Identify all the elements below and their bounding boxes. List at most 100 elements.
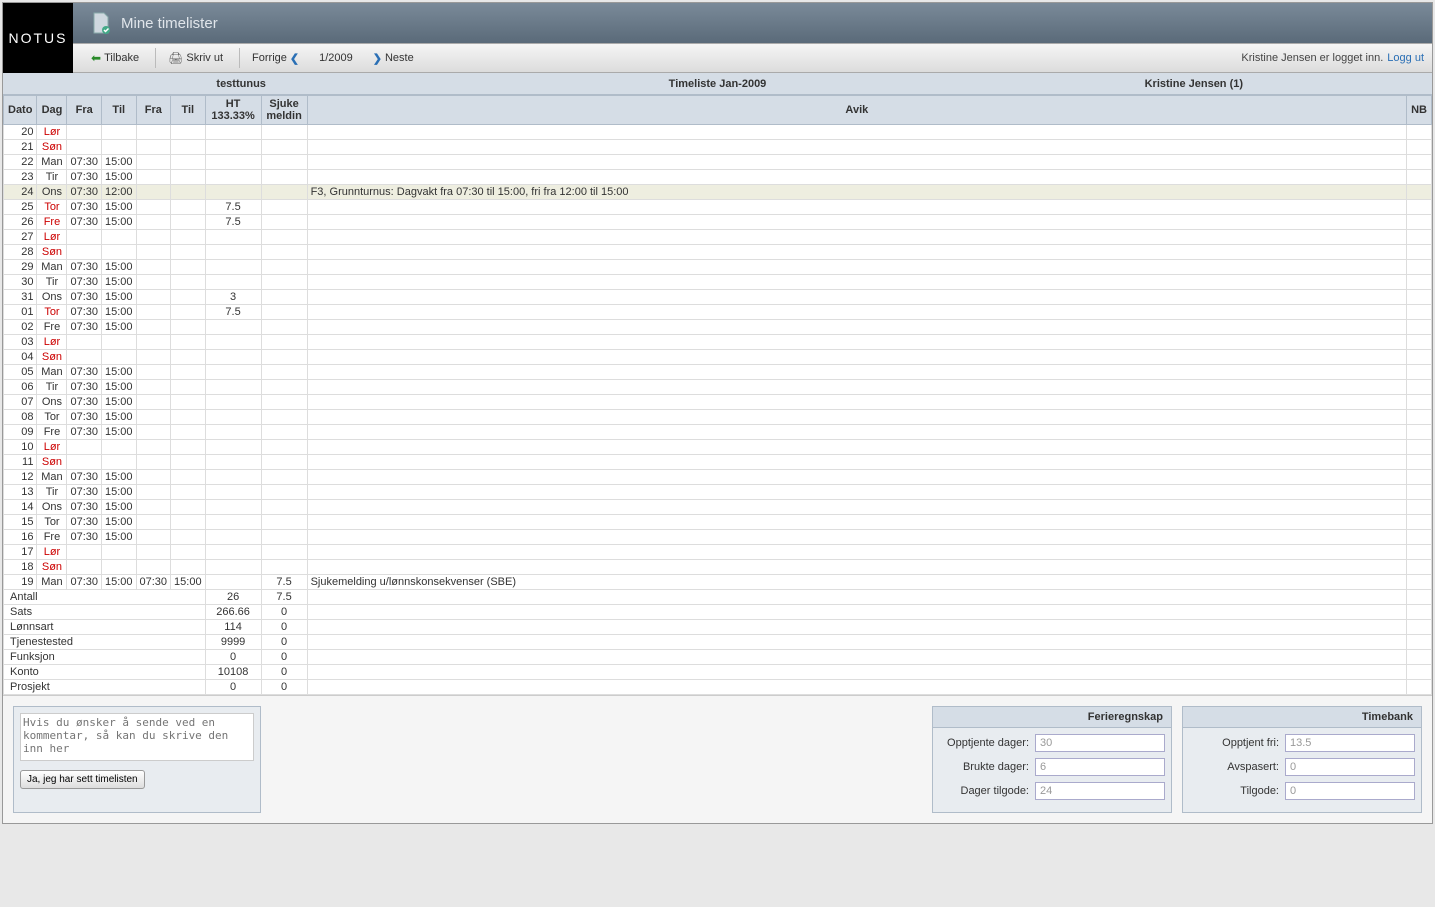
cell-nb [1407, 320, 1432, 335]
cell-til2 [171, 230, 206, 245]
cell-sjuke [261, 350, 307, 365]
table-row[interactable]: 11Søn [4, 455, 1432, 470]
header-bar: Mine timelister [3, 3, 1432, 43]
table-row[interactable]: 19Man07:3015:0007:3015:007.5Sjukemelding… [4, 575, 1432, 590]
table-row[interactable]: 25Tor07:3015:007.5 [4, 200, 1432, 215]
cell-fra2 [136, 275, 171, 290]
summary-label: Prosjekt [4, 680, 206, 695]
table-row[interactable]: 29Man07:3015:00 [4, 260, 1432, 275]
cell-til1: 15:00 [101, 470, 136, 485]
cell-nb [1407, 410, 1432, 425]
cell-dag: Ons [37, 395, 67, 410]
summary-empty [307, 620, 1407, 635]
col-ht: HT 133.33% [205, 96, 261, 125]
table-row[interactable]: 26Fre07:3015:007.5 [4, 215, 1432, 230]
cell-nb [1407, 440, 1432, 455]
cell-avik [307, 455, 1407, 470]
table-row[interactable]: 27Lør [4, 230, 1432, 245]
table-row[interactable]: 15Tor07:3015:00 [4, 515, 1432, 530]
cell-dag: Man [37, 365, 67, 380]
logout-link[interactable]: Logg ut [1387, 52, 1424, 64]
table-row[interactable]: 13Tir07:3015:00 [4, 485, 1432, 500]
table-row[interactable]: 06Tir07:3015:00 [4, 380, 1432, 395]
cell-sjuke [261, 530, 307, 545]
cell-fra1: 07:30 [67, 530, 102, 545]
cell-avik: F3, Grunnturnus: Dagvakt fra 07:30 til 1… [307, 185, 1407, 200]
table-row[interactable]: 07Ons07:3015:00 [4, 395, 1432, 410]
table-row[interactable]: 21Søn [4, 140, 1432, 155]
cell-ht [205, 515, 261, 530]
back-button[interactable]: ⬅ Tilbake [83, 48, 147, 68]
comment-input[interactable] [20, 713, 254, 761]
cell-fra1: 07:30 [67, 500, 102, 515]
chevron-right-icon: ❯ [373, 52, 382, 65]
table-row[interactable]: 20Lør [4, 125, 1432, 140]
cell-nb [1407, 530, 1432, 545]
cell-sjuke [261, 230, 307, 245]
cell-fra2 [136, 410, 171, 425]
cell-til1: 15:00 [101, 200, 136, 215]
cell-fra1 [67, 440, 102, 455]
cell-dato: 10 [4, 440, 37, 455]
next-button[interactable]: ❯ Neste [365, 49, 422, 68]
cell-fra2 [136, 470, 171, 485]
cell-fra1 [67, 350, 102, 365]
table-row[interactable]: 01Tor07:3015:007.5 [4, 305, 1432, 320]
table-row[interactable]: 17Lør [4, 545, 1432, 560]
subheader-right: Kristine Jensen (1) [956, 78, 1432, 90]
table-row[interactable]: 10Lør [4, 440, 1432, 455]
cell-ht: 3 [205, 290, 261, 305]
table-row[interactable]: 18Søn [4, 560, 1432, 575]
col-avik: Avik [307, 96, 1407, 125]
table-row[interactable]: 31Ons07:3015:003 [4, 290, 1432, 305]
cell-dato: 23 [4, 170, 37, 185]
timesheet-table: Dato Dag Fra Til Fra Til HT 133.33% Sjuk… [3, 95, 1432, 695]
table-row[interactable]: 16Fre07:3015:00 [4, 530, 1432, 545]
confirm-button[interactable]: Ja, jeg har sett timelisten [20, 770, 145, 789]
table-row[interactable]: 05Man07:3015:00 [4, 365, 1432, 380]
cell-nb [1407, 155, 1432, 170]
cell-sjuke [261, 275, 307, 290]
table-row[interactable]: 28Søn [4, 245, 1432, 260]
document-icon [89, 11, 113, 35]
print-button[interactable]: 🖨 Skriv ut [160, 48, 231, 68]
summary-sjuke: 0 [261, 635, 307, 650]
table-row[interactable]: 08Tor07:3015:00 [4, 410, 1432, 425]
cell-avik [307, 545, 1407, 560]
cell-sjuke [261, 245, 307, 260]
cell-fra2 [136, 545, 171, 560]
cell-dag: Man [37, 470, 67, 485]
opptjent-fri-value [1285, 734, 1415, 752]
brukte-label: Brukte dager: [939, 761, 1035, 773]
table-row[interactable]: 12Man07:3015:00 [4, 470, 1432, 485]
col-sjuke: Sjuke meldin [261, 96, 307, 125]
table-row[interactable]: 02Fre07:3015:00 [4, 320, 1432, 335]
cell-sjuke [261, 455, 307, 470]
cell-avik [307, 500, 1407, 515]
cell-til2 [171, 455, 206, 470]
cell-sjuke [261, 395, 307, 410]
table-row[interactable]: 04Søn [4, 350, 1432, 365]
table-row[interactable]: 24Ons07:3012:00F3, Grunnturnus: Dagvakt … [4, 185, 1432, 200]
cell-dag: Tir [37, 380, 67, 395]
table-row[interactable]: 22Man07:3015:00 [4, 155, 1432, 170]
table-row[interactable]: 03Lør [4, 335, 1432, 350]
table-row[interactable]: 23Tir07:3015:00 [4, 170, 1432, 185]
cell-til2 [171, 560, 206, 575]
cell-til2 [171, 170, 206, 185]
cell-sjuke [261, 260, 307, 275]
cell-avik [307, 290, 1407, 305]
cell-dato: 04 [4, 350, 37, 365]
cell-fra1: 07:30 [67, 575, 102, 590]
prev-button[interactable]: Forrige ❮ [244, 49, 307, 68]
table-row[interactable]: 30Tir07:3015:00 [4, 275, 1432, 290]
cell-til1: 15:00 [101, 260, 136, 275]
table-row[interactable]: 09Fre07:3015:00 [4, 425, 1432, 440]
cell-dag: Tir [37, 275, 67, 290]
cell-fra2 [136, 305, 171, 320]
table-row[interactable]: 14Ons07:3015:00 [4, 500, 1432, 515]
summary-empty [1407, 605, 1432, 620]
summary-empty [1407, 635, 1432, 650]
cell-til2 [171, 260, 206, 275]
cell-ht [205, 170, 261, 185]
